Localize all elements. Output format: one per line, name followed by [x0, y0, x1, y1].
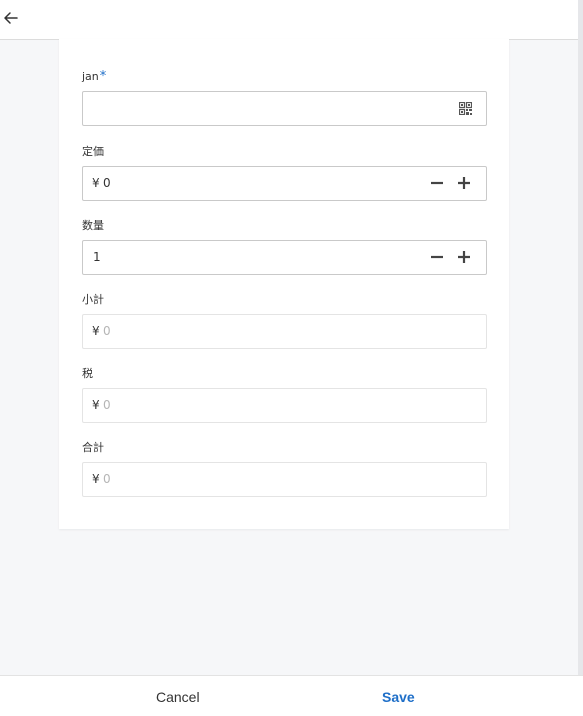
tax-value: 0 — [103, 398, 111, 412]
minus-icon — [431, 255, 443, 259]
scan-button[interactable] — [458, 101, 473, 116]
list-price-field: 定価 ¥ 0 — [82, 144, 487, 201]
minus-icon — [431, 181, 443, 185]
currency-prefix: ¥ — [92, 398, 100, 412]
list-price-stepper — [429, 175, 472, 191]
decrement-button[interactable] — [429, 175, 445, 191]
save-button[interactable]: Save — [382, 689, 415, 705]
currency-prefix: ¥ — [92, 324, 100, 338]
scrollbar-track[interactable] — [578, 0, 583, 675]
jan-field: jan* — [82, 69, 487, 126]
decrement-button[interactable] — [429, 249, 445, 265]
subtotal-field: 小計 ¥ 0 — [82, 292, 487, 349]
total-input: ¥ 0 — [82, 462, 487, 497]
quantity-label: 数量 — [82, 219, 104, 232]
currency-prefix: ¥ — [92, 472, 100, 486]
form-card: jan* 定価 ¥ 0 数量 1 小計 ¥ 0 税 ¥ 0 合計 ¥ 0 — [59, 39, 509, 529]
bottom-action-bar: Cancel Save — [0, 675, 583, 716]
quantity-stepper — [429, 249, 472, 265]
quantity-value: 1 — [93, 250, 101, 264]
tax-label: 税 — [82, 367, 93, 380]
top-bar — [0, 0, 578, 40]
plus-icon — [458, 251, 470, 263]
plus-icon — [458, 177, 470, 189]
cancel-button[interactable]: Cancel — [156, 689, 200, 705]
total-field: 合計 ¥ 0 — [82, 440, 487, 497]
required-asterisk: * — [99, 69, 107, 84]
subtotal-input: ¥ 0 — [82, 314, 487, 349]
total-value: 0 — [103, 472, 111, 486]
jan-input[interactable] — [82, 91, 487, 126]
subtotal-label: 小計 — [82, 293, 104, 306]
increment-button[interactable] — [456, 249, 472, 265]
jan-label: jan* — [82, 69, 107, 84]
tax-field: 税 ¥ 0 — [82, 366, 487, 423]
list-price-value: 0 — [103, 176, 111, 190]
quantity-input[interactable]: 1 — [82, 240, 487, 275]
list-price-input[interactable]: ¥ 0 — [82, 166, 487, 201]
currency-prefix: ¥ — [92, 176, 100, 190]
back-button[interactable] — [2, 9, 20, 27]
list-price-label: 定価 — [82, 145, 104, 158]
arrow-left-icon — [4, 12, 18, 24]
tax-input: ¥ 0 — [82, 388, 487, 423]
quantity-field: 数量 1 — [82, 218, 487, 275]
increment-button[interactable] — [456, 175, 472, 191]
subtotal-value: 0 — [103, 324, 111, 338]
qr-code-icon — [458, 101, 473, 116]
total-label: 合計 — [82, 441, 104, 454]
